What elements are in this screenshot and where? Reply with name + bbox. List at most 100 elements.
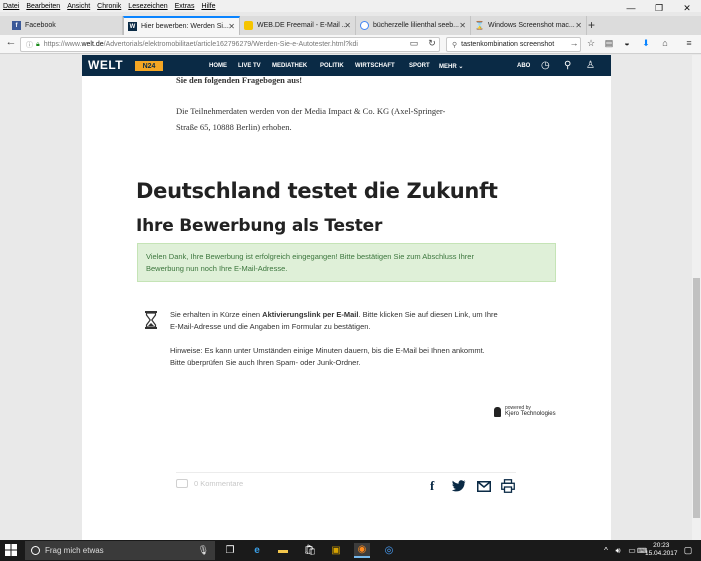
search-input[interactable]: ⚲ tastenkombination screenshot <box>446 37 581 52</box>
url-domain: welt.de <box>81 41 104 48</box>
edge-icon[interactable]: e <box>249 543 265 558</box>
close-tab-icon[interactable]: ✕ <box>228 22 235 31</box>
powered-by-company: Kjero Technologies <box>505 411 556 417</box>
tab-screenshot[interactable]: ⌛ Windows Screenshot mac... ✕ <box>471 16 587 35</box>
comment-icon <box>176 479 188 488</box>
scrollbar-thumb[interactable] <box>693 278 700 518</box>
intro-text: Sie den folgenden Fragebogen aus! <box>176 75 303 85</box>
close-tab-icon[interactable]: ✕ <box>459 21 466 30</box>
url-prefix: https://www. <box>43 41 82 48</box>
window-controls: — ❐ ✕ <box>617 0 701 16</box>
print-icon[interactable] <box>501 479 515 493</box>
webde-favicon-icon <box>244 21 253 30</box>
bookmarks-list-icon[interactable]: ▤ <box>603 38 615 49</box>
participant-data-line2: Straße 65, 10888 Berlin) erhoben. <box>176 122 292 132</box>
nav-sport[interactable]: SPORT <box>409 63 430 69</box>
cortana-icon <box>31 546 40 555</box>
success-text-line2: Bewerbung nun noch Ihre E-Mail-Adresse. <box>146 264 288 273</box>
maximize-button[interactable]: ❐ <box>645 0 673 16</box>
reader-view-icon[interactable]: ▭ <box>408 38 420 49</box>
divider <box>176 472 516 473</box>
tab-title: Windows Screenshot mac... <box>488 22 575 29</box>
app-taskbar-icon[interactable]: ◎ <box>381 543 397 558</box>
back-arrow-icon[interactable]: ← <box>5 36 17 48</box>
file-explorer-icon[interactable]: ▬ <box>275 543 291 558</box>
tab-buecherzelle[interactable]: bücherzelle lilienthal seeb... ✕ <box>356 16 471 35</box>
menu-bearbeiten[interactable]: Bearbeiten <box>26 3 60 10</box>
download-icon[interactable]: ⬇ <box>640 38 652 49</box>
facebook-icon[interactable]: f <box>430 478 434 494</box>
tab-title: WEB.DE Freemail - E-Mail ... <box>257 22 348 29</box>
menu-bar: Datei Bearbeiten Ansicht Chronik Lesezei… <box>0 0 701 12</box>
windows-start-icon[interactable] <box>4 543 18 557</box>
tab-title: Facebook <box>25 22 56 29</box>
hamburger-menu-icon[interactable]: ≡ <box>683 38 695 48</box>
menu-chronik[interactable]: Chronik <box>97 3 121 10</box>
new-tab-button[interactable]: + <box>588 18 595 32</box>
search-icon[interactable]: ⚲ <box>564 60 571 71</box>
bookmark-star-icon[interactable]: ☆ <box>585 38 597 49</box>
taskbar-search-placeholder: Frag mich etwas <box>45 546 104 555</box>
tab-facebook[interactable]: f Facebook <box>8 16 123 35</box>
nav-mediathek[interactable]: MEDIATHEK <box>272 63 307 69</box>
hint-line2: Bitte überprüfen Sie auch Ihren Spam- od… <box>170 358 361 367</box>
info-icon[interactable]: ⓘ <box>26 40 33 50</box>
user-icon[interactable]: ♙ <box>586 60 595 71</box>
taskbar-search-input[interactable]: Frag mich etwas 🎙︎ <box>25 541 215 560</box>
success-alert: Vielen Dank, Ihre Bewerbung ist erfolgre… <box>137 243 556 282</box>
close-tab-icon[interactable]: ✕ <box>575 21 582 30</box>
article-page <box>82 55 611 540</box>
clock-time: 20:23 <box>653 542 670 549</box>
notification-icon[interactable]: ▢ <box>680 543 696 558</box>
photo-app-icon[interactable]: ▣ <box>328 543 344 558</box>
close-tab-icon[interactable]: ✕ <box>344 21 351 30</box>
nav-livetv[interactable]: LIVE TV <box>238 63 261 69</box>
minimize-button[interactable]: — <box>617 0 645 16</box>
reload-icon[interactable]: ↻ <box>426 38 438 49</box>
twitter-icon[interactable] <box>452 480 466 492</box>
menu-lesezeichen[interactable]: Lesezeichen <box>128 3 167 10</box>
facebook-favicon-icon: f <box>12 21 21 30</box>
activation-info-text: . Bitte klicken Sie auf diesen Link, um … <box>358 310 498 319</box>
menu-hilfe[interactable]: Hilfe <box>201 3 215 10</box>
hint-line1: Hinweise: Es kann unter Umständen einige… <box>170 346 485 355</box>
nav-politik[interactable]: POLITIK <box>320 63 344 69</box>
menu-extras[interactable]: Extras <box>175 3 195 10</box>
firefox-taskbar-icon[interactable]: ◉ <box>354 543 370 558</box>
clock-icon[interactable]: ◷ <box>541 60 550 71</box>
search-go-arrow-icon[interactable]: → <box>568 38 580 48</box>
close-window-button[interactable]: ✕ <box>673 0 701 16</box>
url-input[interactable]: ⓘ 🔒︎ https://www. welt.de/Advertorials/el… <box>20 37 440 52</box>
home-icon[interactable]: ⌂ <box>659 38 671 48</box>
lock-icon: 🔒︎ <box>36 40 40 48</box>
google-favicon-icon <box>360 21 369 30</box>
clock-date: 15.04.2017 <box>645 550 678 557</box>
mail-icon[interactable] <box>477 481 491 492</box>
nav-mehr[interactable]: MEHR ⌄ <box>439 63 463 70</box>
welt-logo[interactable]: WELT <box>88 58 123 72</box>
menu-ansicht[interactable]: Ansicht <box>67 3 90 10</box>
comments-link[interactable]: 0 Kommentare <box>176 479 243 488</box>
tab-title: bücherzelle lilienthal seeb... <box>373 22 459 29</box>
task-view-icon[interactable]: ❐ <box>222 543 238 558</box>
nav-wirtschaft[interactable]: WIRTSCHAFT <box>355 63 395 69</box>
tab-webde[interactable]: WEB.DE Freemail - E-Mail ... ✕ <box>240 16 356 35</box>
menu-datei[interactable]: Datei <box>3 3 19 10</box>
hourglass-icon <box>145 311 157 329</box>
activation-info-line2: E-Mail-Adresse und die Angaben im Formul… <box>170 322 371 331</box>
microphone-icon[interactable]: 🎙︎ <box>198 545 209 556</box>
nav-home[interactable]: HOME <box>209 63 227 69</box>
tab-welt-active[interactable]: W Hier bewerben: Werden Si... ✕ <box>123 16 240 35</box>
comments-count: 0 Kommentare <box>194 479 244 488</box>
taskbar-clock[interactable]: 20:23 15.04.2017 <box>645 542 678 558</box>
page-subtitle: Ihre Bewerbung als Tester <box>136 216 383 236</box>
pocket-icon[interactable]: ◒ <box>621 38 633 48</box>
powered-by[interactable]: powered by Kjero Technologies <box>505 405 556 417</box>
success-text-line1: Vielen Dank, Ihre Bewerbung ist erfolgre… <box>146 252 474 261</box>
page-favicon-icon: ⌛ <box>474 21 485 30</box>
abo-link[interactable]: ABO <box>517 63 530 69</box>
n24-logo[interactable]: N24 <box>135 61 163 71</box>
store-icon[interactable]: 🛍︎ <box>302 543 318 558</box>
welt-header: WELT N24 HOME LIVE TV MEDIATHEK POLITIK … <box>82 55 611 76</box>
welt-favicon-icon: W <box>128 22 137 31</box>
